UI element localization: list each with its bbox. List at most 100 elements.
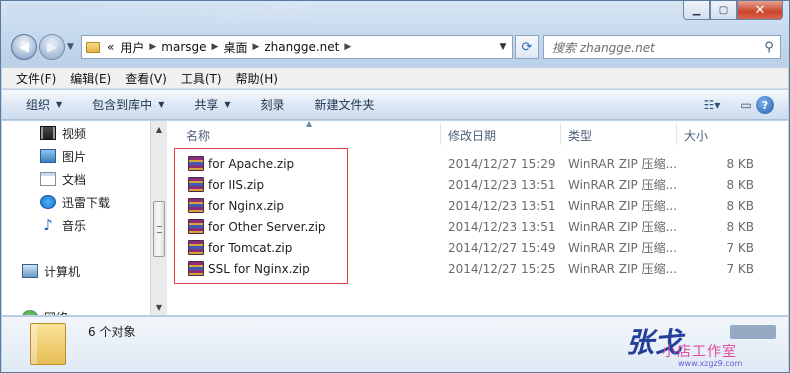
caption-buttons: ▁ ▢ ✕ xyxy=(683,1,783,20)
minimize-button[interactable]: ▁ xyxy=(683,1,710,20)
explorer-window: ▁ ▢ ✕ ◀ ▶ ▼ « 用户 ▶ marsge ▶ 桌面 ▶ zhangge… xyxy=(0,0,790,373)
file-size: 8 KB xyxy=(726,219,754,234)
watermark-sub: 小店工作室 xyxy=(662,344,737,360)
burn-button[interactable]: 刻录 xyxy=(261,96,285,113)
command-bar: 组织 ▼ 包含到库中 ▼ 共享 ▼ 刻录 新建文件夹 ☷▾ ▭ ? xyxy=(2,90,788,120)
organize-button[interactable]: 组织 ▼ xyxy=(26,96,62,113)
column-separator[interactable] xyxy=(676,123,677,145)
file-size: 7 KB xyxy=(726,261,754,276)
share-button[interactable]: 共享 ▼ xyxy=(194,96,230,113)
thunder-download-icon xyxy=(40,195,56,209)
column-header-type[interactable]: 类型 xyxy=(568,125,592,145)
help-icon[interactable]: ? xyxy=(756,96,774,114)
search-placeholder: 搜索 zhangge.net xyxy=(552,40,655,55)
menu-tools[interactable]: 工具(T) xyxy=(181,70,222,87)
selection-highlight-box xyxy=(174,148,348,284)
sidebar-item-videos[interactable]: 视频 xyxy=(40,123,86,143)
file-date: 2014/12/23 13:51 xyxy=(448,198,556,213)
file-type: WinRAR ZIP 压缩... xyxy=(568,262,678,276)
file-size: 8 KB xyxy=(726,198,754,213)
file-type: WinRAR ZIP 压缩... xyxy=(568,199,678,213)
file-date: 2014/12/27 15:25 xyxy=(448,261,556,276)
recent-pages-dropdown[interactable]: ▼ xyxy=(67,42,74,52)
address-bar[interactable]: « 用户 ▶ marsge ▶ 桌面 ▶ zhangge.net ▶ ▼ xyxy=(81,35,513,59)
sidebar-item-documents[interactable]: 文档 xyxy=(40,169,86,189)
scrollbar-thumb[interactable] xyxy=(153,201,165,257)
sidebar-item-label: 图片 xyxy=(62,149,87,164)
computer-icon xyxy=(22,264,38,278)
file-type: WinRAR ZIP 压缩... xyxy=(568,220,678,234)
menu-bar: 文件(F) 编辑(E) 查看(V) 工具(T) 帮助(H) xyxy=(2,67,788,89)
menu-help[interactable]: 帮助(H) xyxy=(236,70,278,87)
scrollbar-grip-icon xyxy=(157,226,162,233)
sidebar-item-label: 计算机 xyxy=(44,264,81,279)
address-prefix[interactable]: « xyxy=(107,40,114,54)
sidebar-item-computer[interactable]: 计算机 xyxy=(22,261,80,281)
sidebar-item-network[interactable]: 网络 xyxy=(22,307,68,315)
breadcrumb-zhangge-net[interactable]: zhangge.net xyxy=(264,40,339,54)
network-icon xyxy=(22,310,38,315)
scroll-up-icon[interactable]: ▲ xyxy=(151,121,167,137)
forward-arrow-icon: ▶ xyxy=(47,39,57,55)
column-separator[interactable] xyxy=(560,123,561,145)
watermark-logo: 张戈 小店工作室 www.xzgz9.com xyxy=(622,319,782,371)
column-header-name[interactable]: 名称 xyxy=(186,125,210,145)
back-button[interactable]: ◀ xyxy=(11,34,37,60)
breadcrumb-separator-icon[interactable]: ▶ xyxy=(149,42,156,52)
close-button[interactable]: ✕ xyxy=(737,1,783,20)
chevron-down-icon: ▼ xyxy=(224,100,231,109)
chevron-down-icon: ▼ xyxy=(56,100,63,109)
file-size: 7 KB xyxy=(726,240,754,255)
watermark-url: www.xzgz9.com xyxy=(678,359,743,368)
title-bar-blur xyxy=(7,3,307,19)
folder-icon xyxy=(86,41,100,53)
object-count: 6 个对象 xyxy=(88,325,136,339)
sidebar-item-thunder-downloads[interactable]: 迅雷下载 xyxy=(40,192,110,212)
include-in-library-label: 包含到库中 xyxy=(92,98,153,112)
breadcrumb-desktop[interactable]: 桌面 xyxy=(223,39,247,56)
documents-library-icon xyxy=(40,172,56,186)
breadcrumb-users[interactable]: 用户 xyxy=(120,39,144,56)
watermark-badge xyxy=(730,325,776,339)
scroll-down-icon[interactable]: ▼ xyxy=(151,299,167,315)
details-pane: 6 个对象 张戈 小店工作室 www.xzgz9.com xyxy=(2,316,788,372)
refresh-button[interactable]: ⟳ xyxy=(515,35,539,59)
file-date: 2014/12/23 13:51 xyxy=(448,177,556,192)
maximize-button[interactable]: ▢ xyxy=(710,1,737,20)
file-date: 2014/12/27 15:49 xyxy=(448,240,556,255)
breadcrumb-separator-icon[interactable]: ▶ xyxy=(252,42,259,52)
breadcrumb-marsge[interactable]: marsge xyxy=(161,40,206,54)
pictures-library-icon xyxy=(40,149,56,163)
preview-pane-icon[interactable]: ▭ xyxy=(736,95,756,115)
breadcrumb-separator-icon[interactable]: ▶ xyxy=(344,42,351,52)
new-folder-button[interactable]: 新建文件夹 xyxy=(315,96,375,113)
file-type: WinRAR ZIP 压缩... xyxy=(568,157,678,171)
sidebar-item-label: 网络 xyxy=(44,309,68,316)
sidebar-item-label: 迅雷下载 xyxy=(62,195,111,210)
column-header-size[interactable]: 大小 xyxy=(684,125,708,145)
breadcrumb-separator-icon[interactable]: ▶ xyxy=(212,42,219,52)
column-header-date[interactable]: 修改日期 xyxy=(448,125,496,145)
menu-view[interactable]: 查看(V) xyxy=(125,70,167,87)
include-in-library-button[interactable]: 包含到库中 ▼ xyxy=(92,96,164,113)
navigation-pane: 视频 图片 文档 迅雷下载 ♪ 音乐 计算机 xyxy=(2,121,150,315)
sidebar-item-music[interactable]: ♪ 音乐 xyxy=(40,215,86,235)
navigation-pane-scrollbar[interactable]: ▲ ▼ xyxy=(150,121,167,315)
search-icon[interactable]: ⚲ xyxy=(758,40,780,55)
column-separator[interactable] xyxy=(440,123,441,145)
address-dropdown-icon[interactable]: ▼ xyxy=(496,39,510,55)
file-list: ▲ 名称 修改日期 类型 大小 for Apache.zip 2014/12/2… xyxy=(168,119,788,315)
view-controls: ☷▾ ▭ ? xyxy=(688,95,774,115)
sidebar-item-pictures[interactable]: 图片 xyxy=(40,146,86,166)
sidebar-item-label: 音乐 xyxy=(62,218,87,233)
search-input[interactable]: 搜索 zhangge.net ⚲ xyxy=(543,35,781,59)
change-view-icon[interactable]: ☷▾ xyxy=(702,95,722,115)
file-size: 8 KB xyxy=(726,156,754,171)
refresh-icon: ⟳ xyxy=(521,39,533,55)
forward-button[interactable]: ▶ xyxy=(39,34,65,60)
menu-file[interactable]: 文件(F) xyxy=(16,70,56,87)
sidebar-item-label: 文档 xyxy=(62,172,87,187)
menu-edit[interactable]: 编辑(E) xyxy=(70,70,111,87)
new-folder-label: 新建文件夹 xyxy=(314,98,375,112)
burn-label: 刻录 xyxy=(260,98,285,112)
